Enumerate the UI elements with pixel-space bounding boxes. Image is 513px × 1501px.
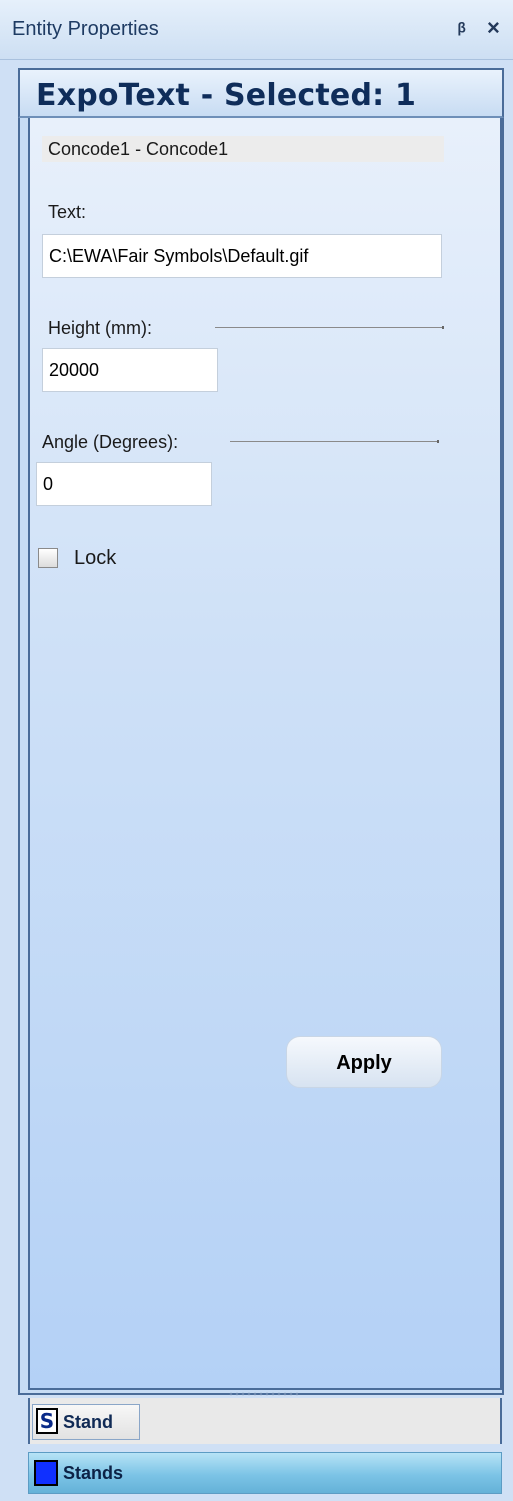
panel-title: ExpoText - Selected: 1: [36, 78, 417, 113]
tab-stand-label: Stand: [63, 1412, 114, 1432]
panel-body: [28, 118, 502, 1390]
pin-icon[interactable]: ᵦ: [458, 14, 466, 37]
panel-header: ExpoText - Selected: 1: [18, 68, 504, 118]
height-divider: [215, 326, 444, 329]
angle-divider: [230, 440, 439, 443]
entity-name: Concode1 - Concode1: [42, 136, 444, 162]
lock-label: Lock: [74, 547, 117, 569]
stands-label: Stands: [63, 1463, 124, 1483]
height-label: Height (mm):: [48, 318, 153, 338]
height-input[interactable]: 20000: [42, 348, 218, 392]
window-title: Entity Properties: [12, 18, 159, 40]
blue-square-icon: [34, 1460, 58, 1486]
lock-checkbox[interactable]: [38, 548, 58, 568]
window-titlebar: Entity Properties ᵦ ×: [0, 0, 513, 60]
apply-button[interactable]: Apply: [286, 1036, 442, 1088]
text-input[interactable]: C:\EWA\Fair Symbols\Default.gif: [42, 234, 442, 278]
s-letter-icon: S: [36, 1408, 58, 1434]
close-icon[interactable]: ×: [487, 15, 500, 41]
angle-input[interactable]: 0: [36, 462, 212, 506]
stands-nav-button[interactable]: Stands: [28, 1452, 502, 1494]
text-label: Text:: [48, 202, 87, 222]
angle-label: Angle (Degrees):: [42, 432, 179, 452]
